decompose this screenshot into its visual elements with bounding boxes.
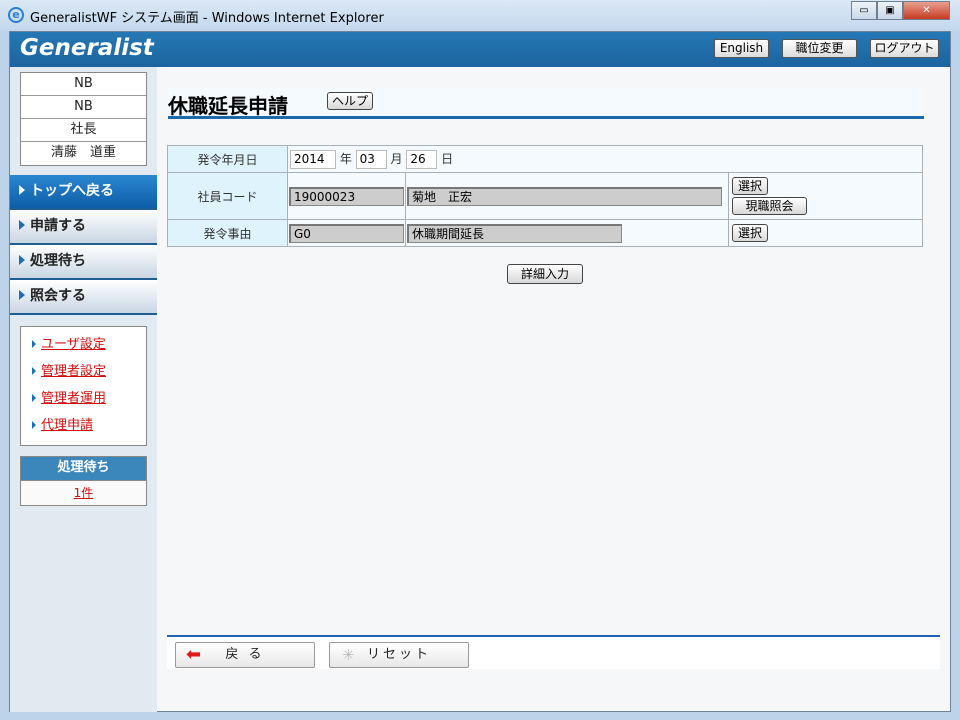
application-form: 発令年月日 2014 年 03 月 26 日 社員コード 19000023 菊地…	[167, 145, 923, 247]
window-titlebar: e GeneralistWF システム画面 - Windows Internet…	[0, 0, 960, 31]
minimize-button[interactable]: ▭	[851, 1, 877, 20]
detail-input-button[interactable]: 詳細入力	[507, 264, 583, 284]
english-button[interactable]: English	[714, 39, 769, 58]
logo: Generalist	[20, 35, 154, 61]
year-unit: 年	[339, 151, 352, 166]
triangle-icon	[19, 220, 25, 230]
nav-label: 照会する	[30, 288, 86, 304]
reset-spinner-icon: ✳	[342, 646, 355, 664]
nav-inquiry[interactable]: 照会する	[10, 280, 157, 315]
pending-box: 処理待ち 1件	[20, 456, 147, 506]
triangle-icon	[32, 367, 36, 375]
app-header: Generalist English 職位変更 ログアウト	[10, 32, 950, 67]
employee-name-field: 菊地 正宏	[407, 186, 722, 206]
date-label: 発令年月日	[167, 145, 288, 173]
triangle-icon	[32, 340, 36, 348]
page-title-bar: 休職延長申請 ヘルプ	[168, 88, 924, 119]
employee-code-field: 19000023	[289, 186, 404, 206]
nav-pending[interactable]: 処理待ち	[10, 245, 157, 280]
link-proxy-apply[interactable]: 代理申請	[41, 418, 93, 433]
day-unit: 日	[441, 151, 454, 166]
logout-button[interactable]: ログアウト	[870, 39, 939, 58]
user-company: NB	[21, 73, 146, 96]
reset-label: リセット	[366, 647, 431, 662]
back-button[interactable]: ⬅ 戻 る	[175, 642, 315, 668]
back-arrow-icon: ⬅	[186, 644, 202, 665]
employee-code-label: 社員コード	[167, 172, 288, 220]
triangle-icon	[32, 394, 36, 402]
nav-label: 処理待ち	[30, 253, 86, 269]
user-position: 社長	[21, 119, 146, 142]
reason-code-field: G0	[289, 223, 404, 243]
nav-label: トップへ戻る	[30, 183, 114, 199]
back-label: 戻 る	[225, 647, 265, 662]
nav-label: 申請する	[30, 218, 86, 234]
user-info: NB NB 社長 清藤 道重	[20, 72, 147, 166]
employee-select-button[interactable]: 選択	[732, 177, 768, 195]
ie-icon: e	[8, 7, 24, 23]
triangle-icon	[19, 185, 25, 195]
triangle-icon	[19, 290, 25, 300]
maximize-button[interactable]: ▣	[877, 1, 903, 20]
reason-label: 発令事由	[167, 219, 288, 247]
triangle-icon	[32, 421, 36, 429]
user-name: 清藤 道重	[50, 145, 116, 160]
sidebar: NB NB 社長 清藤 道重 トップへ戻る 申請する 処理待ち 照会する ユーザ…	[10, 67, 157, 712]
day-input[interactable]: 26	[406, 149, 438, 169]
footer-bar: ⬅ 戻 る ✳ リセット	[167, 635, 940, 669]
window-title: GeneralistWF システム画面 - Windows Internet E…	[30, 11, 384, 26]
close-button[interactable]: ✕	[903, 1, 950, 20]
reason-name-field: 休職期間延長	[407, 223, 622, 243]
month-unit: 月	[390, 151, 403, 166]
year-input[interactable]: 2014	[290, 149, 336, 169]
triangle-icon	[19, 255, 25, 265]
page-title: 休職延長申請	[168, 94, 288, 118]
link-admin-settings[interactable]: 管理者設定	[41, 364, 106, 379]
settings-links: ユーザ設定 管理者設定 管理者運用 代理申請	[20, 326, 147, 446]
browser-content: Generalist English 職位変更 ログアウト NB NB 社長 清…	[9, 31, 951, 712]
pending-title: 処理待ち	[21, 457, 146, 480]
nav-top[interactable]: トップへ戻る	[10, 175, 157, 210]
nav-apply[interactable]: 申請する	[10, 210, 157, 245]
reason-select-button[interactable]: 選択	[732, 224, 768, 242]
link-user-settings[interactable]: ユーザ設定	[41, 337, 106, 352]
month-input[interactable]: 03	[355, 149, 387, 169]
link-admin-operation[interactable]: 管理者運用	[41, 391, 106, 406]
reset-button[interactable]: ✳ リセット	[329, 642, 469, 668]
role-change-button[interactable]: 職位変更	[782, 39, 857, 58]
current-job-button[interactable]: 現職照会	[732, 197, 807, 215]
user-department: NB	[21, 96, 146, 119]
pending-count-link[interactable]: 1件	[74, 486, 94, 500]
help-button[interactable]: ヘルプ	[327, 92, 373, 110]
